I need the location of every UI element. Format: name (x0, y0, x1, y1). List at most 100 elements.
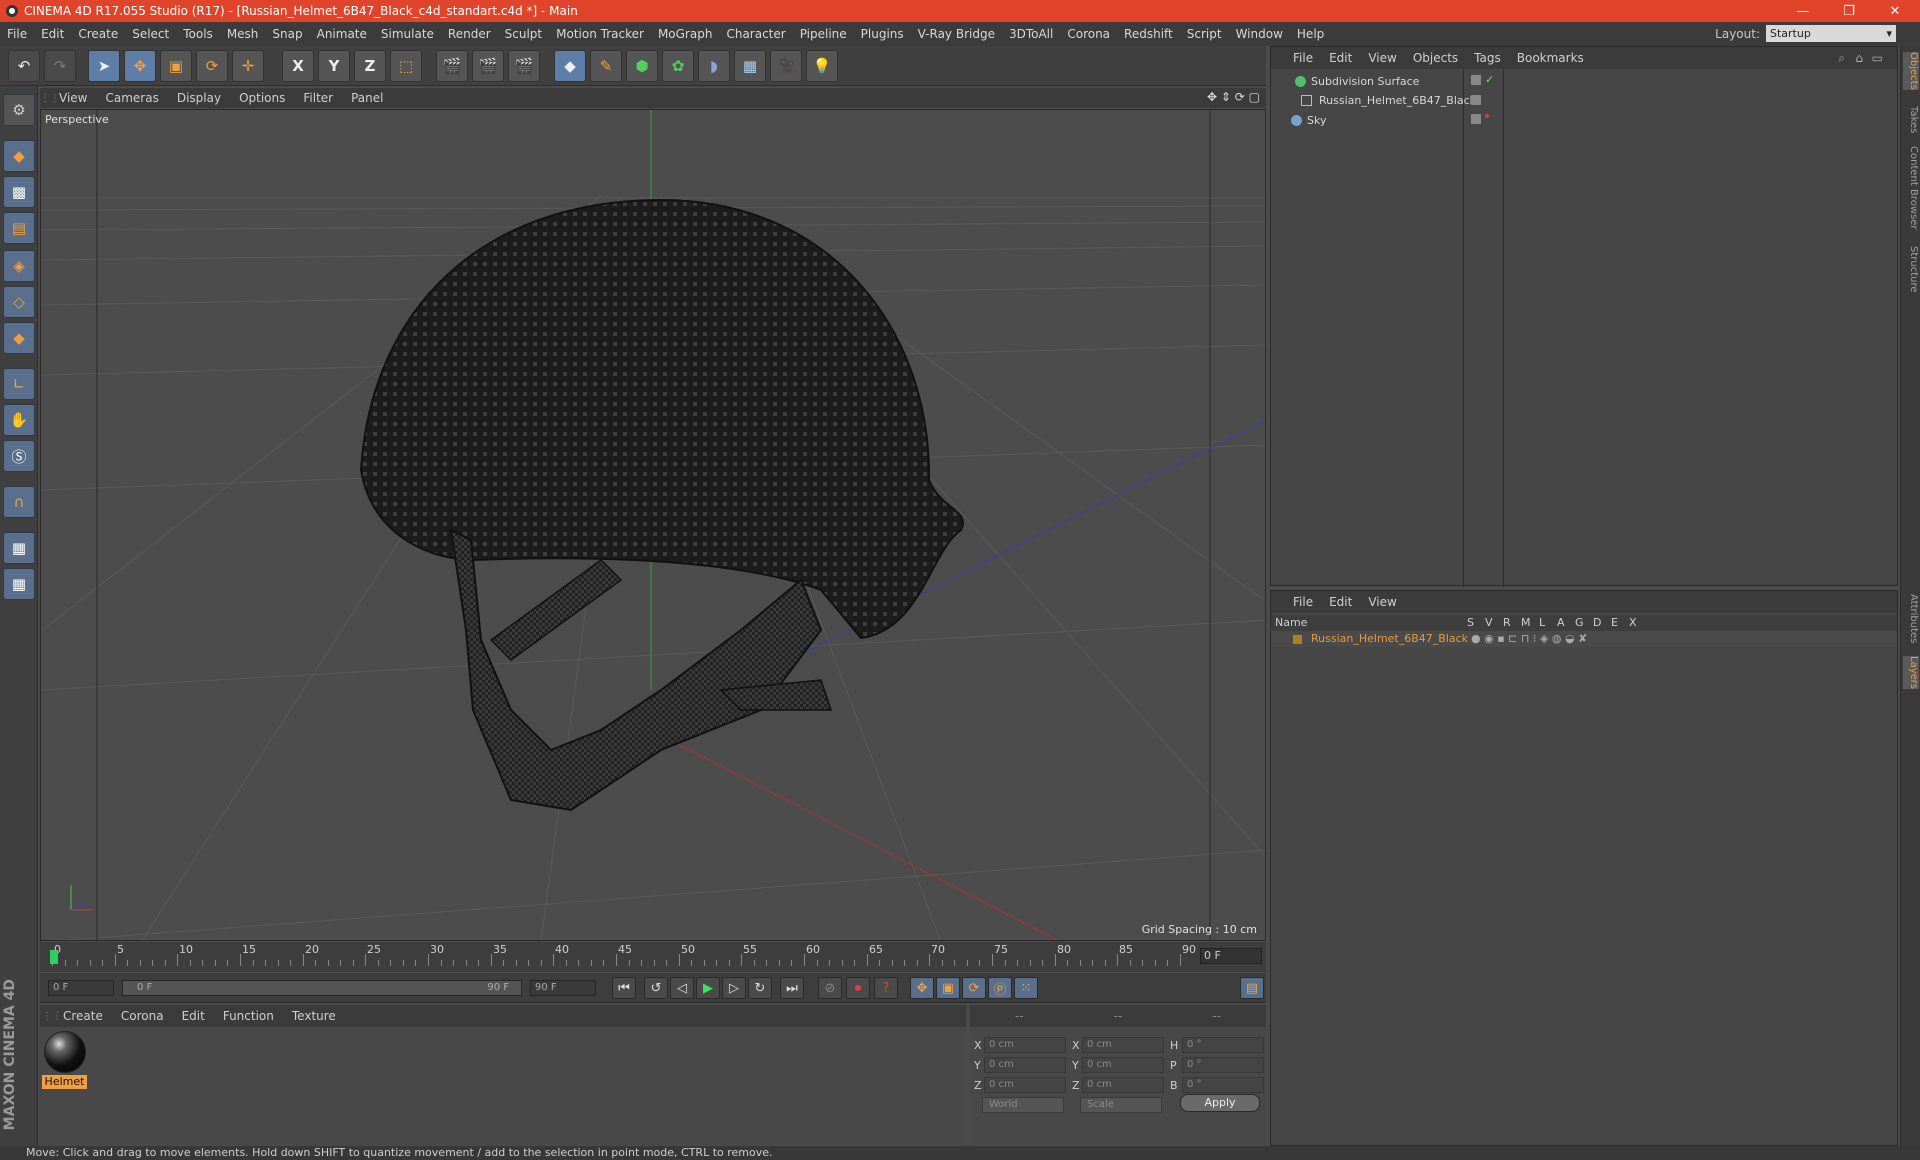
visibility-toggle-icon[interactable] (1471, 75, 1481, 85)
render-picture-viewer-button[interactable]: 🎬 (472, 50, 504, 82)
object-row[interactable]: Russian_Helmet_6B47_Black (1271, 91, 1476, 110)
layers-menu-edit[interactable]: Edit (1321, 595, 1360, 609)
maximize-button[interactable]: ❐ (1826, 0, 1872, 22)
objects-search-icon[interactable]: ⌕ (1838, 51, 1845, 66)
viewport-menu-view[interactable]: View (50, 91, 96, 105)
material-preview-helmet[interactable] (44, 1031, 86, 1073)
timeline-ruler[interactable]: 051015202530354045505560657075808590 0 F (40, 942, 1266, 972)
objects-new-window-icon[interactable]: ▭ (1872, 51, 1883, 65)
material-menu-create[interactable]: Create (54, 1009, 112, 1023)
preview-range-slider[interactable]: 0 F 90 F (122, 980, 522, 996)
deformer-button[interactable]: ◗ (698, 50, 730, 82)
close-button[interactable]: ✕ (1872, 0, 1918, 22)
recent-tool-button[interactable]: ✛ (232, 50, 264, 82)
timeline-button[interactable]: ▤ (1240, 977, 1264, 999)
size-x-field[interactable]: 0 cm (1082, 1037, 1164, 1053)
menu-simulate[interactable]: Simulate (374, 27, 441, 41)
pos-x-field[interactable]: 0 cm (984, 1037, 1066, 1053)
render-view-button[interactable]: 🎬 (436, 50, 468, 82)
layer-color-swatch[interactable] (1293, 635, 1302, 644)
tab-attributes[interactable]: Attributes (1903, 594, 1919, 643)
redo-button[interactable]: ↷ (44, 50, 76, 82)
tab-takes[interactable]: Takes (1903, 106, 1919, 133)
menu-script[interactable]: Script (1180, 27, 1229, 41)
rot-h-field[interactable]: 0 ° (1182, 1037, 1264, 1053)
objects-menu-tags[interactable]: Tags (1466, 51, 1509, 65)
subdivision-button[interactable]: ⬢ (626, 50, 658, 82)
floor-button[interactable]: ▦ (734, 50, 766, 82)
menu-snap[interactable]: Snap (265, 27, 309, 41)
material-menu-texture[interactable]: Texture (283, 1009, 345, 1023)
frame-ruler[interactable]: 051015202530354045505560657075808590 (50, 942, 1196, 966)
apply-button[interactable]: Apply (1180, 1094, 1260, 1112)
mograph-cloner-button[interactable]: ✿ (662, 50, 694, 82)
axis-mode-button[interactable]: ∟ (3, 368, 35, 400)
key-position-button[interactable]: ✥ (910, 977, 934, 999)
tab-content-browser[interactable]: Content Browser (1903, 146, 1919, 229)
live-selection-button[interactable]: ➤ (88, 50, 120, 82)
previous-key-button[interactable]: ↺ (644, 977, 668, 999)
layer-flags-icons[interactable]: ● ◉ ▪ ⊏ ⊓ ⁝ ◈ ◍ ◒ ✘ (1471, 631, 1587, 647)
objects-home-icon[interactable]: ⌂ (1855, 51, 1863, 65)
objects-menu-objects[interactable]: Objects (1405, 51, 1466, 65)
cube-object-button[interactable]: ◆ (554, 50, 586, 82)
key-rotation-button[interactable]: ⟳ (962, 977, 986, 999)
material-name[interactable]: Helmet (42, 1075, 87, 1089)
menu-file[interactable]: File (0, 27, 34, 41)
object-row[interactable]: Sky (1271, 111, 1463, 130)
record-keys-button[interactable]: ⊘ (818, 977, 842, 999)
viewport-menu-panel[interactable]: Panel (342, 91, 392, 105)
minimize-button[interactable]: — (1780, 0, 1826, 22)
polygons-mode-button[interactable]: ◆ (3, 322, 35, 354)
keyframe-selection-button[interactable]: ? (874, 977, 898, 999)
coordinate-mode-dropdown[interactable]: World (982, 1097, 1064, 1113)
start-frame-field[interactable]: 0 F (48, 980, 114, 996)
undo-button[interactable]: ↶ (8, 50, 40, 82)
size-z-field[interactable]: 0 cm (1082, 1077, 1164, 1093)
z-axis-lock-button[interactable]: Z (354, 50, 386, 82)
make-editable-button[interactable]: ⚙ (3, 94, 35, 126)
key-parameter-button[interactable]: Ⓟ (988, 977, 1012, 999)
coordinate-type-dropdown[interactable]: Scale (1080, 1097, 1162, 1113)
viewport-menu-display[interactable]: Display (168, 91, 230, 105)
render-dot-icon[interactable] (1485, 114, 1489, 118)
size-y-field[interactable]: 0 cm (1082, 1057, 1164, 1073)
menu-help[interactable]: Help (1290, 27, 1331, 41)
light-button[interactable]: 💡 (806, 50, 838, 82)
menu-motion-tracker[interactable]: Motion Tracker (549, 27, 651, 41)
object-row[interactable]: Subdivision Surface (1271, 72, 1463, 91)
next-key-button[interactable]: ↻ (748, 977, 772, 999)
camera-button[interactable]: 🎥 (770, 50, 802, 82)
go-to-start-button[interactable]: ⏮ (612, 977, 636, 999)
tab-layers[interactable]: Layers (1903, 656, 1919, 690)
autokey-button[interactable]: ⏺ (846, 977, 870, 999)
menu-character[interactable]: Character (719, 27, 792, 41)
tab-objects[interactable]: Objects (1903, 52, 1919, 90)
render-settings-button[interactable]: 🎬 (508, 50, 540, 82)
menu-edit[interactable]: Edit (34, 27, 71, 41)
menu-3dtoall[interactable]: 3DToAll (1002, 27, 1060, 41)
visibility-toggle-icon[interactable] (1471, 114, 1481, 124)
menu-redshift[interactable]: Redshift (1117, 27, 1180, 41)
playhead[interactable] (50, 950, 58, 964)
visibility-toggle-icon[interactable] (1471, 95, 1481, 105)
tab-structure[interactable]: Structure (1903, 246, 1919, 293)
spline-pen-button[interactable]: ✎ (590, 50, 622, 82)
layer-row[interactable]: Russian_Helmet_6B47_Black ● ◉ ▪ ⊏ ⊓ ⁝ ◈ … (1271, 631, 1897, 647)
key-scale-button[interactable]: ▣ (936, 977, 960, 999)
coordinate-system-button[interactable]: ⬚ (390, 50, 422, 82)
menu-create[interactable]: Create (71, 27, 125, 41)
objects-menu-file[interactable]: File (1285, 51, 1321, 65)
menu-mograph[interactable]: MoGraph (651, 27, 720, 41)
next-frame-button[interactable]: ▷ (722, 977, 746, 999)
end-frame-field[interactable]: 90 F (530, 980, 596, 996)
previous-frame-button[interactable]: ◁ (670, 977, 694, 999)
viewport-menu-filter[interactable]: Filter (294, 91, 342, 105)
edges-mode-button[interactable]: ◇ (3, 286, 35, 318)
objects-menu-view[interactable]: View (1360, 51, 1404, 65)
menu-select[interactable]: Select (125, 27, 176, 41)
layers-menu-view[interactable]: View (1360, 595, 1404, 609)
material-menu-function[interactable]: Function (214, 1009, 283, 1023)
key-pla-button[interactable]: ⁙ (1014, 977, 1038, 999)
rot-b-field[interactable]: 0 ° (1182, 1077, 1264, 1093)
